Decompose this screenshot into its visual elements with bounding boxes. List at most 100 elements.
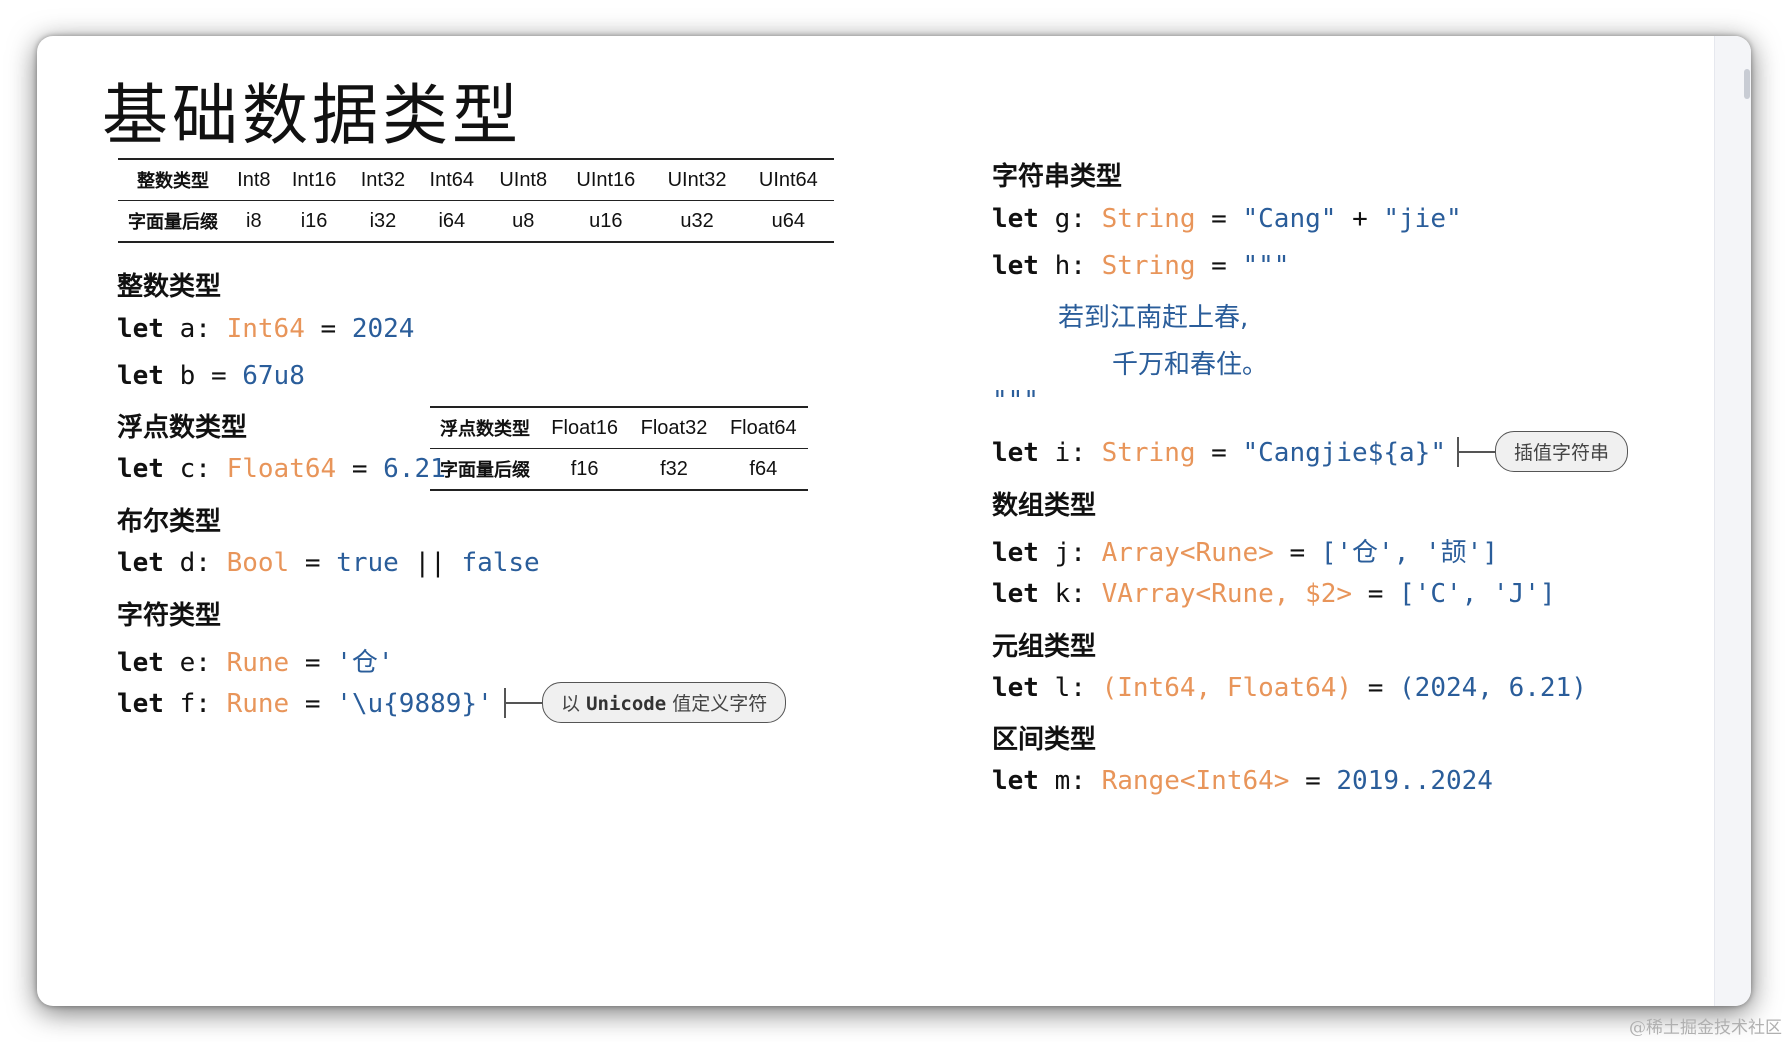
code-operator: ||: [414, 548, 446, 578]
code-operator: =: [1367, 579, 1384, 609]
code-operator: =: [210, 361, 227, 391]
table-cell: i64: [417, 200, 487, 243]
code-line-l: let l: (Int64, Float64) = (2024, 6.21): [992, 673, 1587, 703]
code-value: ['C', 'J']: [1399, 579, 1556, 609]
code-operator: =: [304, 689, 321, 719]
watermark: @稀土掘金技术社区: [1629, 1018, 1782, 1038]
code-identifier: g:: [1054, 204, 1086, 234]
code-value: 6.21: [383, 454, 446, 484]
callout-interpolation: 插值字符串: [1457, 431, 1629, 472]
table-cell: f16: [540, 448, 630, 491]
code-value: "Cang": [1242, 204, 1337, 234]
code-line-a: let a: Int64 = 2024: [117, 314, 414, 344]
table-row-suffixes: 字面量后缀 f16 f32 f64: [430, 448, 808, 491]
code-value: ['仓', '颉']: [1320, 538, 1498, 568]
section-heading-string: 字符串类型: [992, 162, 1123, 192]
code-value: "jie": [1383, 204, 1462, 234]
code-identifier: m:: [1054, 766, 1086, 796]
code-operator: =: [1211, 204, 1227, 234]
code-value: "Cangjie${a}": [1242, 438, 1446, 468]
code-line-h-close: """: [992, 386, 1039, 416]
code-keyword: let: [117, 689, 164, 719]
callout-text: 值定义字符: [672, 693, 768, 715]
code-keyword: let: [992, 766, 1039, 796]
code-value: """: [1242, 251, 1290, 281]
code-value: 67u8: [242, 361, 305, 391]
code-type: Int64: [226, 314, 305, 344]
table-cell: i8: [228, 200, 280, 243]
table-cell: UInt64: [742, 158, 834, 201]
code-identifier: e:: [179, 648, 211, 678]
table-row-headers: 整数类型 Int8 Int16 Int32 Int64 UInt8 UInt16…: [118, 158, 834, 201]
scrollbar-thumb[interactable]: [1744, 69, 1750, 99]
section-heading-float: 浮点数类型: [117, 413, 248, 443]
table-cell: u32: [651, 200, 743, 243]
callout-label: 以 Unicode 值定义字符: [542, 682, 787, 723]
code-identifier: h:: [1054, 251, 1086, 281]
code-keyword: let: [117, 648, 164, 678]
code-keyword: let: [117, 361, 164, 391]
section-heading-rune: 字符类型: [117, 601, 222, 631]
code-type: Array<Rune>: [1101, 538, 1274, 568]
code-value: (2024, 6.21): [1399, 673, 1587, 703]
section-heading-array: 数组类型: [992, 491, 1097, 521]
table-cell: Int16: [279, 158, 349, 201]
page-title: 基础数据类型: [102, 77, 522, 154]
table-cell: 整数类型: [118, 158, 228, 201]
table-cell: i32: [348, 200, 418, 243]
code-line-j: let j: Array<Rune> = ['仓', '颉']: [992, 532, 1498, 569]
code-identifier: a:: [179, 314, 211, 344]
code-operator: =: [304, 548, 321, 578]
code-keyword: let: [117, 548, 164, 578]
code-line-e: let e: Rune = '仓': [117, 642, 394, 679]
code-identifier: l:: [1054, 673, 1086, 703]
table-cell: 字面量后缀: [118, 200, 228, 243]
table-cell: UInt8: [486, 158, 561, 201]
code-keyword: let: [117, 454, 164, 484]
code-operator: =: [1211, 438, 1227, 468]
code-operator: =: [351, 454, 368, 484]
code-type: VArray<Rune, $2>: [1101, 579, 1353, 609]
code-line-m: let m: Range<Int64> = 2019..2024: [992, 766, 1493, 796]
code-line-c: let c: Float64 = 6.21: [117, 454, 446, 484]
table-cell: Float64: [718, 406, 808, 449]
code-line-f: let f: Rune = '\u{9889}': [117, 689, 493, 719]
table-cell: u64: [742, 200, 834, 243]
scrollbar-track[interactable]: [1714, 36, 1751, 1006]
callout-connector: [506, 701, 542, 704]
multiline-string-line-1: 若到江南赶上春,: [1058, 303, 1249, 333]
section-heading-tuple: 元组类型: [992, 632, 1097, 662]
callout-unicode: 以 Unicode 值定义字符: [504, 682, 787, 723]
table-cell: Int32: [348, 158, 418, 201]
code-value: 2019..2024: [1336, 766, 1493, 796]
table-cell: Int8: [228, 158, 280, 201]
code-value: false: [461, 548, 540, 578]
code-type: Float64: [226, 454, 337, 484]
section-heading-bool: 布尔类型: [117, 507, 222, 537]
code-line-g: let g: String = "Cang" + "jie": [992, 204, 1462, 234]
multiline-string-line-2: 千万和春住。: [1112, 350, 1269, 380]
code-line-d: let d: Bool = true || false: [117, 548, 540, 578]
table-cell: 字面量后缀: [430, 448, 540, 491]
code-line-i: let i: String = "Cangjie${a}": [992, 438, 1446, 468]
table-cell: 浮点数类型: [430, 406, 540, 449]
code-type: Bool: [226, 548, 290, 578]
table-cell: UInt32: [651, 158, 743, 201]
code-operator: =: [304, 648, 321, 678]
code-type: Rune: [226, 648, 290, 678]
section-heading-range: 区间类型: [992, 725, 1097, 755]
code-identifier: i:: [1054, 438, 1086, 468]
code-keyword: let: [117, 314, 164, 344]
table-cell: f64: [718, 448, 808, 491]
integer-types-table: 整数类型 Int8 Int16 Int32 Int64 UInt8 UInt16…: [118, 158, 834, 243]
code-identifier: j:: [1054, 538, 1086, 568]
code-operator: =: [1367, 673, 1384, 703]
code-identifier: f:: [179, 689, 211, 719]
code-type: Rune: [226, 689, 290, 719]
code-identifier: b: [179, 361, 196, 391]
code-keyword: let: [992, 204, 1039, 234]
callout-text: 以: [561, 693, 581, 715]
table-cell: u8: [486, 200, 561, 243]
code-keyword: let: [992, 251, 1039, 281]
table-cell: UInt16: [560, 158, 652, 201]
